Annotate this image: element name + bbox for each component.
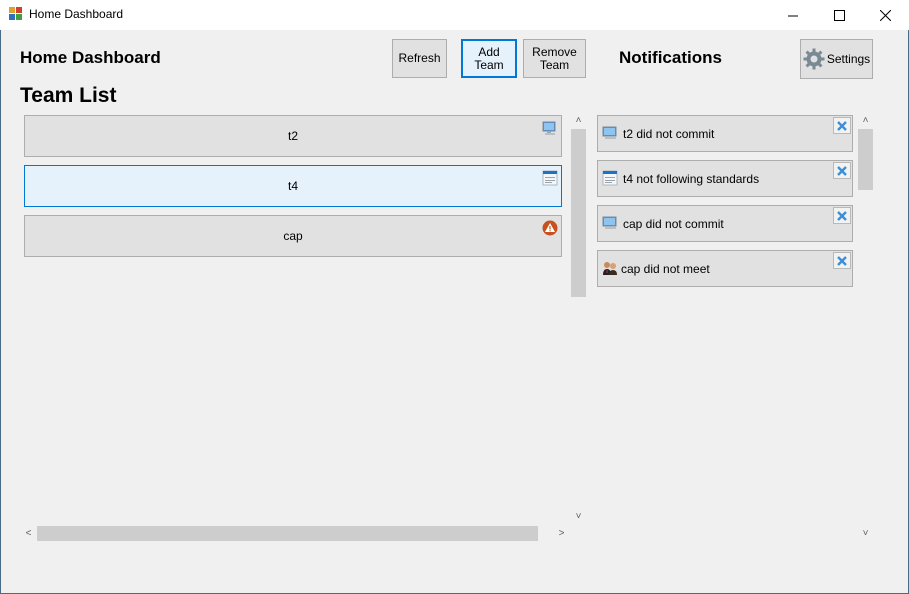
close-icon bbox=[837, 165, 847, 176]
gear-icon bbox=[803, 48, 825, 70]
notification-text: t4 not following standards bbox=[623, 172, 760, 186]
remove-team-label-line2: Team bbox=[539, 57, 570, 72]
team-name: cap bbox=[283, 229, 303, 243]
app-icon bbox=[9, 7, 23, 21]
scroll-down-arrow[interactable]: ˅ bbox=[857, 525, 874, 542]
monitor-icon bbox=[542, 121, 556, 135]
settings-button[interactable]: Settings bbox=[800, 39, 873, 79]
minimize-button[interactable] bbox=[770, 0, 816, 30]
close-icon bbox=[837, 120, 847, 131]
notifications-vertical-scrollbar[interactable]: ˄ ˅ bbox=[857, 112, 874, 542]
team-name: t2 bbox=[287, 129, 298, 143]
notification-text: cap did not meet bbox=[621, 262, 710, 276]
close-icon bbox=[879, 9, 891, 21]
notification-text: t2 did not commit bbox=[623, 127, 715, 141]
close-window-button[interactable] bbox=[862, 0, 908, 30]
dismiss-notification-button[interactable] bbox=[833, 252, 851, 269]
team-item-cap[interactable]: cap bbox=[24, 215, 562, 257]
app-window bbox=[0, 0, 909, 594]
scroll-up-arrow[interactable]: ˄ bbox=[570, 112, 587, 129]
maximize-icon bbox=[833, 9, 845, 21]
dismiss-notification-button[interactable] bbox=[833, 162, 851, 179]
notification-item[interactable]: cap did not commit bbox=[597, 205, 853, 242]
scroll-thumb[interactable] bbox=[571, 129, 586, 297]
close-icon bbox=[837, 210, 847, 221]
monitor-icon bbox=[602, 126, 617, 139]
scroll-thumb-horizontal[interactable] bbox=[37, 526, 538, 541]
page-title: Home Dashboard bbox=[20, 48, 161, 67]
remove-team-button[interactable]: Remove Team bbox=[523, 39, 586, 78]
document-icon bbox=[602, 170, 618, 186]
people-icon bbox=[603, 262, 617, 275]
notification-item[interactable]: cap did not meet bbox=[597, 250, 853, 287]
close-icon bbox=[837, 255, 847, 266]
scroll-right-arrow[interactable]: > bbox=[553, 525, 570, 542]
monitor-icon bbox=[602, 216, 617, 229]
title-bar: Home Dashboard bbox=[0, 0, 909, 30]
team-item-t2[interactable]: t2 bbox=[24, 115, 562, 157]
notification-item[interactable]: t4 not following standards bbox=[597, 160, 853, 197]
notification-item[interactable]: t2 did not commit bbox=[597, 115, 853, 152]
team-name: t4 bbox=[287, 179, 298, 193]
add-team-label-line2: Team bbox=[474, 57, 504, 72]
document-icon bbox=[542, 170, 558, 186]
refresh-button[interactable]: Refresh bbox=[392, 39, 447, 78]
scroll-up-arrow[interactable]: ˄ bbox=[857, 112, 874, 129]
dismiss-notification-button[interactable] bbox=[833, 117, 851, 134]
team-list-horizontal-scrollbar[interactable]: < > bbox=[20, 525, 570, 542]
scroll-down-arrow[interactable]: ˅ bbox=[570, 508, 587, 525]
maximize-button[interactable] bbox=[816, 0, 862, 30]
minimize-icon bbox=[787, 15, 798, 16]
team-list-heading: Team List bbox=[20, 84, 117, 107]
team-item-t4[interactable]: t4 bbox=[24, 165, 562, 207]
add-team-label-line1: Add bbox=[478, 44, 500, 59]
dismiss-notification-button[interactable] bbox=[833, 207, 851, 224]
scroll-thumb[interactable] bbox=[858, 129, 873, 190]
refresh-button-label: Refresh bbox=[398, 51, 441, 65]
window-title: Home Dashboard bbox=[29, 7, 124, 21]
add-team-button[interactable]: Add Team bbox=[461, 39, 517, 78]
scroll-left-arrow[interactable]: < bbox=[20, 525, 37, 542]
team-list-vertical-scrollbar[interactable]: ˄ ˅ bbox=[570, 112, 587, 525]
remove-team-label-line1: Remove bbox=[532, 44, 577, 59]
settings-button-label: Settings bbox=[826, 51, 871, 66]
notifications-heading: Notifications bbox=[619, 48, 722, 67]
warning-icon bbox=[542, 220, 558, 236]
notification-text: cap did not commit bbox=[623, 217, 724, 231]
